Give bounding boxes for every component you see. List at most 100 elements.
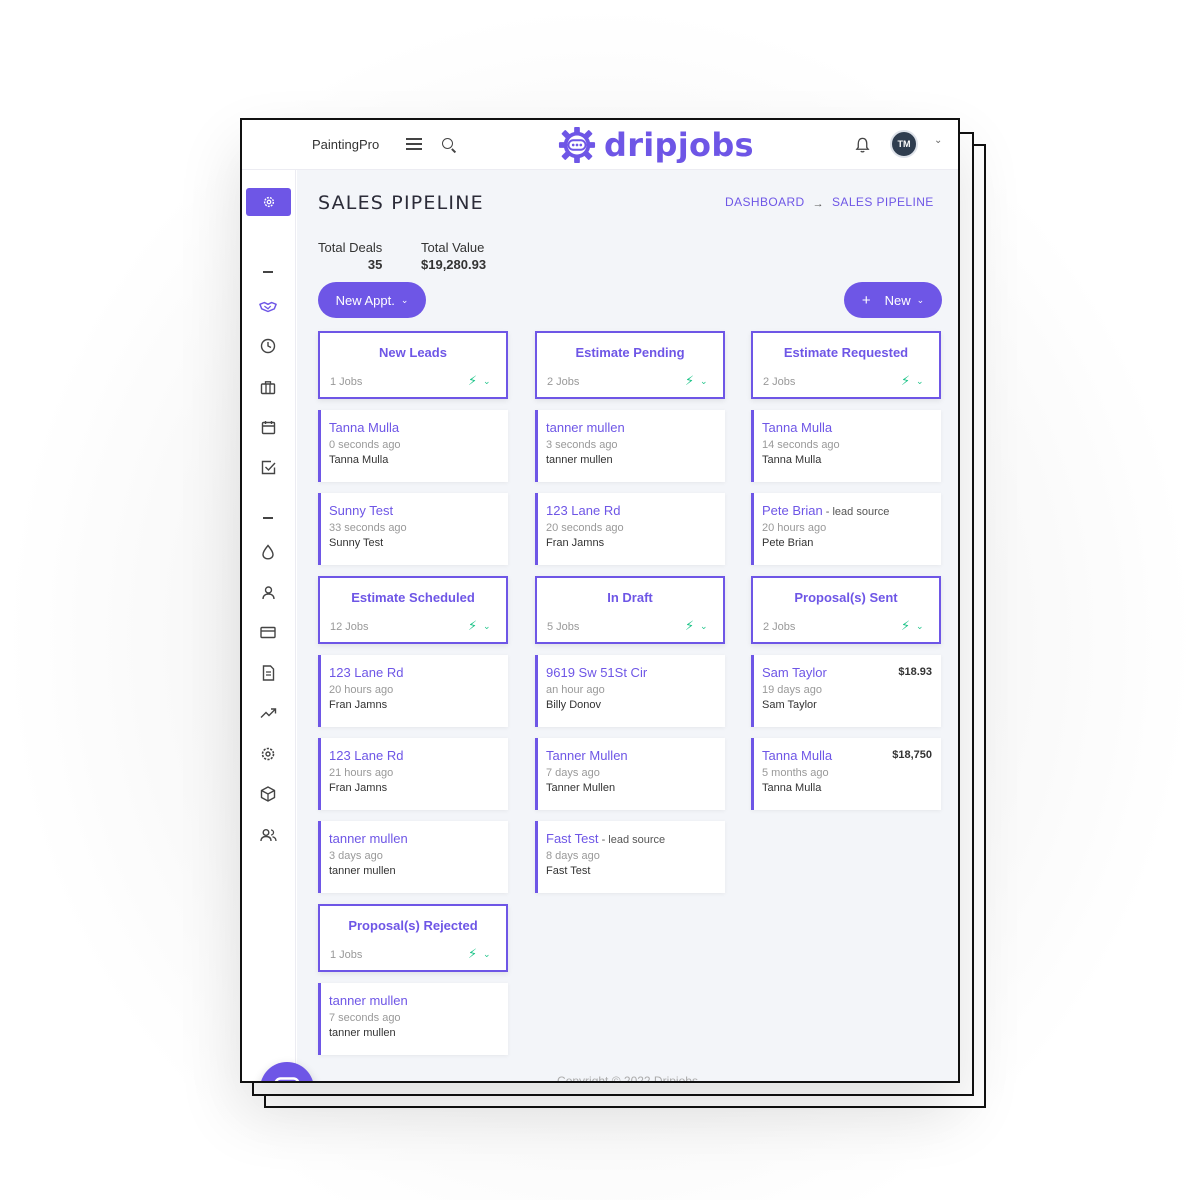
sidebar-item-reports[interactable] [259, 704, 277, 722]
sidebar-item-products[interactable] [259, 785, 277, 803]
sidebar-item-briefcase[interactable] [259, 378, 277, 396]
deal-name[interactable]: Tanna Mulla [329, 420, 399, 435]
total-deals: Total Deals 35 [318, 240, 382, 272]
deal-name[interactable]: Tanna Mulla [762, 748, 832, 763]
sidebar-item-handshake[interactable] [259, 298, 277, 316]
deal-contact: Pete Brian [762, 537, 814, 549]
deal-card[interactable]: Sunny Test 33 seconds ago Sunny Test [318, 493, 508, 565]
deal-name[interactable]: Tanna Mulla [762, 420, 832, 435]
deal-card[interactable]: Tanna Mulla 0 seconds ago Tanna Mulla [318, 410, 508, 482]
sidebar-item-clock[interactable] [259, 337, 277, 355]
search-icon[interactable] [442, 138, 453, 149]
avatar[interactable]: TM [890, 130, 918, 158]
column-estimate-scheduled[interactable]: Estimate Scheduled 12 Jobs ⚡︎ ⌄ [318, 576, 508, 644]
column-new-leads[interactable]: New Leads 1 Jobs ⚡︎ ⌄ [318, 331, 508, 399]
deal-name[interactable]: Tanner Mullen [546, 748, 628, 763]
deal-name[interactable]: 123 Lane Rd [546, 503, 620, 518]
deal-contact: Sunny Test [329, 537, 384, 549]
chevron-down-icon[interactable]: ⌄ [700, 376, 708, 387]
lightning-icon[interactable]: ⚡︎ [468, 373, 477, 389]
app-window: PaintingPro dripjobs TM ⌄ SALES PIPELINE… [240, 118, 960, 1083]
deal-name-text: Sam Taylor [762, 665, 827, 680]
chevron-down-icon[interactable]: ⌄ [916, 376, 924, 387]
sidebar-item-billing[interactable] [259, 623, 277, 641]
new-appt-button[interactable]: New Appt. ⌄ [318, 282, 426, 318]
deal-name[interactable]: Pete Brian - lead source [762, 503, 889, 518]
sidebar-item-documents[interactable] [259, 664, 277, 682]
sidebar-item-settings-active[interactable] [246, 188, 291, 216]
column-proposals-sent[interactable]: Proposal(s) Sent 2 Jobs ⚡︎ ⌄ [751, 576, 941, 644]
deal-card[interactable]: Tanna Mulla 5 months ago Tanna Mulla $18… [751, 738, 941, 810]
deal-card[interactable]: Fast Test - lead source 8 days ago Fast … [535, 821, 725, 893]
deal-name[interactable]: Sam Taylor [762, 665, 827, 680]
sidebar-item-team[interactable] [259, 826, 277, 844]
lightning-icon[interactable]: ⚡︎ [685, 618, 694, 634]
column-estimate-pending[interactable]: Estimate Pending 2 Jobs ⚡︎ ⌄ [535, 331, 725, 399]
deal-card[interactable]: Tanna Mulla 14 seconds ago Tanna Mulla [751, 410, 941, 482]
deal-card[interactable]: tanner mullen 7 seconds ago tanner mulle… [318, 983, 508, 1055]
deal-time: 14 seconds ago [762, 439, 840, 451]
logo-text: dripjobs [604, 126, 754, 164]
lightning-icon[interactable]: ⚡︎ [901, 618, 910, 634]
deal-name-text: Tanner Mullen [546, 748, 628, 763]
deal-name[interactable]: tanner mullen [546, 420, 625, 435]
deal-name[interactable]: Fast Test - lead source [546, 831, 665, 846]
deal-name[interactable]: tanner mullen [329, 993, 408, 1008]
deal-name-text: 123 Lane Rd [329, 665, 404, 680]
sidebar-item-customer[interactable] [259, 583, 277, 601]
deal-name[interactable]: tanner mullen [329, 831, 408, 846]
column-job-count: 2 Jobs [763, 621, 796, 633]
main-content: SALES PIPELINE DASHBOARD → SALES PIPELIN… [297, 170, 958, 1081]
chevron-down-icon[interactable]: ⌄ [483, 621, 491, 632]
column-estimate-requested[interactable]: Estimate Requested 2 Jobs ⚡︎ ⌄ [751, 331, 941, 399]
lightning-icon[interactable]: ⚡︎ [468, 946, 477, 962]
chevron-down-icon[interactable]: ⌄ [483, 376, 491, 387]
deal-card[interactable]: 123 Lane Rd 20 hours ago Fran Jamns [318, 655, 508, 727]
deal-card[interactable]: tanner mullen 3 seconds ago tanner mulle… [535, 410, 725, 482]
deal-card[interactable]: 123 Lane Rd 21 hours ago Fran Jamns [318, 738, 508, 810]
sidebar-item-calendar[interactable] [259, 418, 277, 436]
clock-icon [260, 338, 276, 354]
breadcrumb-dashboard[interactable]: DASHBOARD [725, 195, 805, 209]
deal-name[interactable]: 9619 Sw 51St Cir [546, 665, 647, 680]
sidebar-item-paint[interactable] [259, 543, 277, 561]
column-job-count: 1 Jobs [330, 949, 363, 961]
deal-contact: Fast Test [546, 865, 591, 877]
deal-name[interactable]: 123 Lane Rd [329, 748, 403, 763]
bell-icon[interactable] [854, 136, 871, 154]
total-deals-value: 35 [367, 257, 383, 272]
deal-name-text: Sunny Test [329, 503, 394, 518]
deal-card[interactable]: Sam Taylor 19 days ago Sam Taylor $18.93 [751, 655, 941, 727]
column-in-draft[interactable]: In Draft 5 Jobs ⚡︎ ⌄ [535, 576, 725, 644]
deal-value: $18,750 [892, 749, 932, 761]
lightning-icon[interactable]: ⚡︎ [468, 618, 477, 634]
new-appt-label: New Appt. [335, 292, 395, 308]
total-deals-label: Total Deals [318, 240, 383, 255]
company-name[interactable]: PaintingPro [312, 137, 379, 152]
total-value-label: Total Value [421, 240, 485, 255]
menu-icon[interactable] [406, 138, 422, 150]
chevron-down-icon[interactable]: ⌄ [700, 621, 708, 632]
lightning-icon[interactable]: ⚡︎ [685, 373, 694, 389]
deal-card[interactable]: 123 Lane Rd 20 seconds ago Fran Jamns [535, 493, 725, 565]
deal-name[interactable]: 123 Lane Rd [329, 665, 403, 680]
total-value-value: $19,280.93 [421, 257, 487, 272]
deal-card[interactable]: Pete Brian - lead source 20 hours ago Pe… [751, 493, 941, 565]
column-job-count: 2 Jobs [763, 376, 796, 388]
deal-card[interactable]: tanner mullen 3 days ago tanner mullen [318, 821, 508, 893]
plus-icon: + [861, 291, 871, 309]
sidebar-item-tasks[interactable] [259, 458, 277, 476]
chevron-down-icon[interactable]: ⌄ [934, 135, 942, 146]
sidebar-item-settings[interactable] [259, 745, 277, 763]
checkbox-icon [261, 460, 276, 474]
deal-name[interactable]: Sunny Test [329, 503, 393, 518]
chevron-down-icon[interactable]: ⌄ [483, 949, 491, 960]
deal-contact: Tanna Mulla [329, 454, 389, 466]
deal-card[interactable]: Tanner Mullen 7 days ago Tanner Mullen [535, 738, 725, 810]
breadcrumb-sales-pipeline[interactable]: SALES PIPELINE [832, 195, 934, 209]
new-button[interactable]: + New ⌄ [844, 282, 942, 318]
chevron-down-icon[interactable]: ⌄ [916, 621, 924, 632]
lightning-icon[interactable]: ⚡︎ [901, 373, 910, 389]
deal-card[interactable]: 9619 Sw 51St Cir an hour ago Billy Donov [535, 655, 725, 727]
column-proposals-rejected[interactable]: Proposal(s) Rejected 1 Jobs ⚡︎ ⌄ [318, 904, 508, 972]
